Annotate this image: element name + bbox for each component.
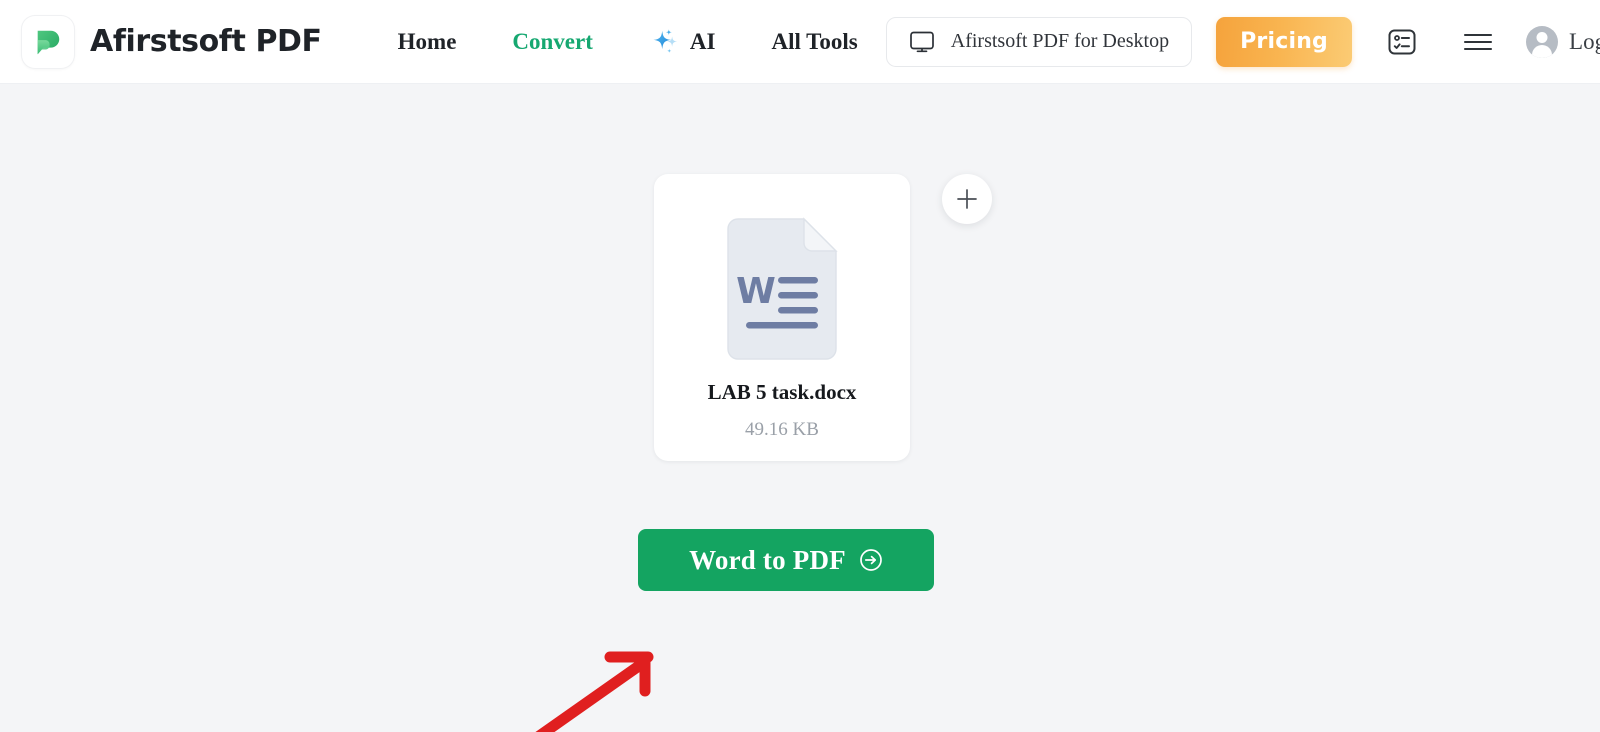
user-avatar-icon [1526, 25, 1559, 58]
header-actions: Afirstsoft PDF for Desktop Pricing Lo [885, 16, 1600, 68]
brand-logo-link[interactable]: Afirstsoft PDF [22, 15, 322, 68]
nav-item-ai[interactable]: AI [621, 25, 744, 59]
nav-label-convert: Convert [512, 28, 593, 54]
file-size: 49.16 KB [745, 419, 819, 440]
login-label: Login [1569, 28, 1600, 54]
desktop-app-button[interactable]: Afirstsoft PDF for Desktop [885, 16, 1193, 67]
main-content: W LAB 5 task.docx 49.16 KB Word to PDF [0, 84, 1600, 732]
primary-navigation: Home Convert AI All Tools [370, 25, 886, 59]
nav-item-convert[interactable]: Convert [484, 29, 620, 55]
convert-button-label: Word to PDF [689, 544, 846, 575]
brand-name: Afirstsoft PDF [90, 24, 322, 59]
afirstsoft-leaf-logo [22, 15, 74, 68]
file-card[interactable]: W LAB 5 task.docx 49.16 KB [654, 174, 910, 461]
site-header: Afirstsoft PDF Home Convert AI All Tools… [0, 0, 1600, 84]
plus-icon [954, 186, 980, 212]
file-name: LAB 5 task.docx [707, 380, 857, 404]
nav-item-home[interactable]: Home [370, 29, 485, 55]
pricing-button[interactable]: Pricing [1216, 16, 1353, 67]
annotation-red-arrow [500, 629, 700, 732]
convert-word-to-pdf-button[interactable]: Word to PDF [638, 529, 934, 591]
login-button[interactable]: Login [1526, 25, 1600, 58]
monitor-icon [909, 30, 935, 54]
add-file-button[interactable] [942, 174, 992, 224]
arrow-right-circle-icon [859, 548, 883, 572]
nav-item-all-tools[interactable]: All Tools [743, 29, 885, 55]
task-list-icon[interactable] [1376, 16, 1428, 68]
pricing-label: Pricing [1240, 29, 1329, 54]
svg-text:W: W [736, 271, 776, 312]
sparkle-icon [649, 25, 683, 59]
file-list-area: W LAB 5 task.docx 49.16 KB [654, 174, 992, 461]
desktop-app-label: Afirstsoft PDF for Desktop [950, 30, 1170, 52]
word-document-icon: W [719, 214, 845, 364]
nav-label-ai: AI [689, 28, 716, 54]
nav-label-all-tools: All Tools [771, 28, 858, 54]
nav-label-home: Home [397, 28, 457, 54]
hamburger-menu-icon[interactable] [1452, 16, 1504, 68]
